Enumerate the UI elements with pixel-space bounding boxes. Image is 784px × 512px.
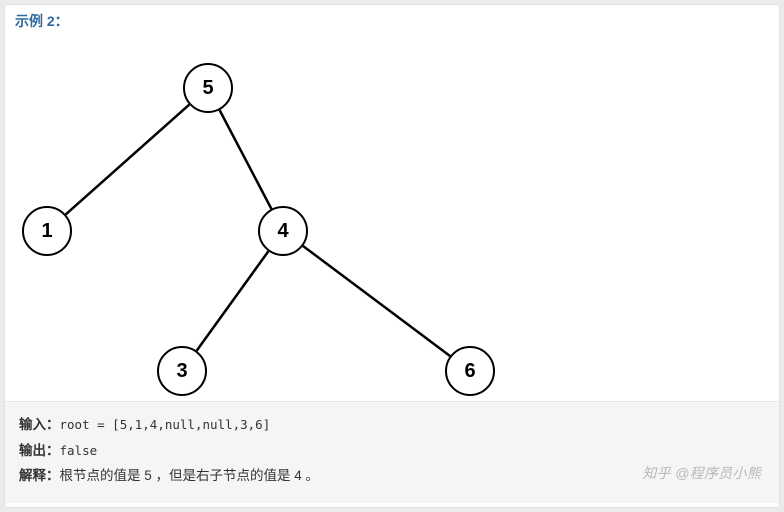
explain-line: 解释：根节点的值是 5 ，但是右子节点的值是 4 。 xyxy=(19,463,765,489)
tree-edge xyxy=(197,251,269,350)
input-value: root = [5,1,4,null,null,3,6] xyxy=(60,417,271,432)
tree-node-right: 4 xyxy=(258,206,308,256)
tree-node-rl: 3 xyxy=(157,346,207,396)
explain-label: 解释： xyxy=(19,468,60,483)
tree-edge xyxy=(66,105,190,215)
binary-tree-diagram: 5 1 4 3 6 xyxy=(5,31,779,401)
explain-value: 根节点的值是 5 ，但是右子节点的值是 4 。 xyxy=(60,468,320,483)
example-heading: 示例 2： xyxy=(5,5,779,31)
tree-node-left: 1 xyxy=(22,206,72,256)
tree-edges xyxy=(5,31,780,401)
output-value: false xyxy=(60,443,98,458)
tree-node-root: 5 xyxy=(183,63,233,113)
output-line: 输出：false xyxy=(19,438,765,464)
tree-node-rr: 6 xyxy=(445,346,495,396)
tree-edge xyxy=(303,246,450,356)
input-label: 输入： xyxy=(19,417,60,432)
example-io-block: 输入：root = [5,1,4,null,null,3,6] 输出：false… xyxy=(5,401,779,503)
example-card: 示例 2： 5 1 4 3 6 输入：root = [5,1,4,null,null,3… xyxy=(4,4,780,508)
input-line: 输入：root = [5,1,4,null,null,3,6] xyxy=(19,412,765,438)
tree-edge xyxy=(220,110,272,209)
output-label: 输出： xyxy=(19,443,60,458)
